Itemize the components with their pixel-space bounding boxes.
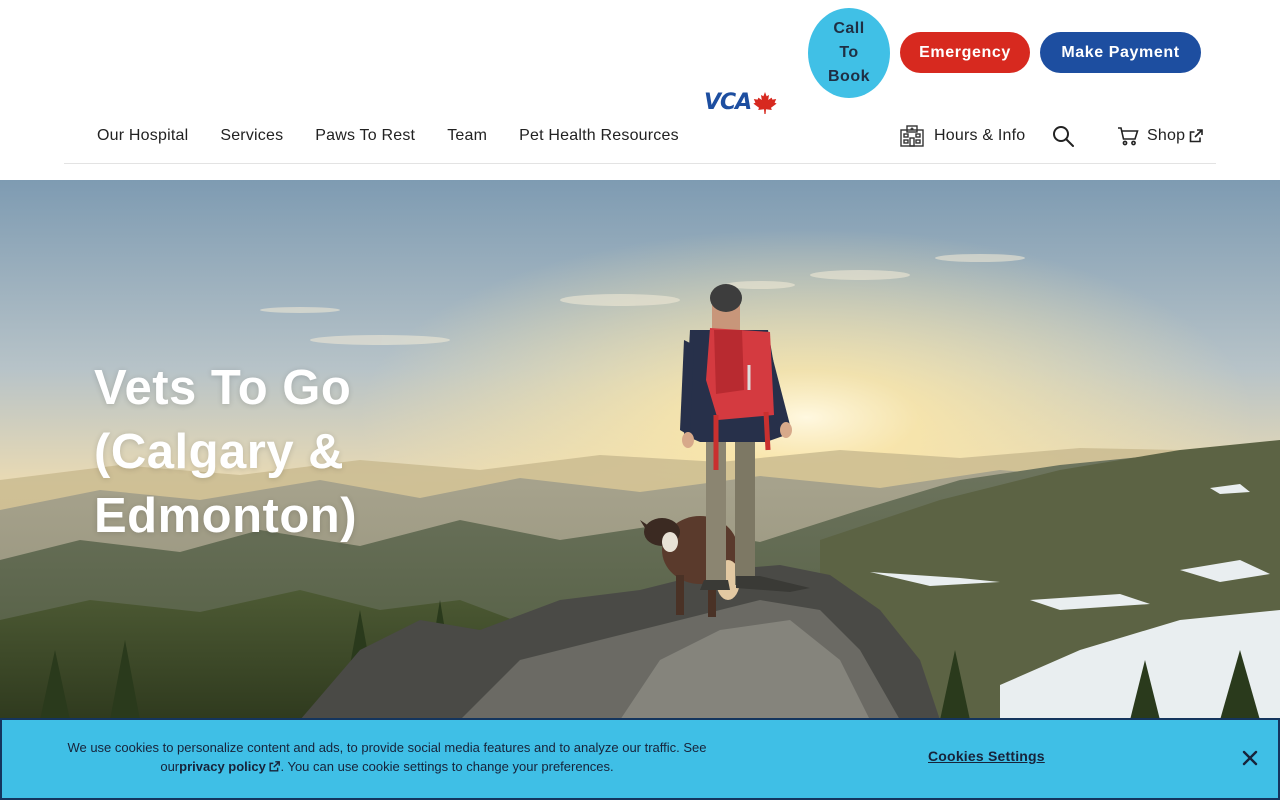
logo-text: VCA xyxy=(704,90,752,115)
search-icon xyxy=(1053,126,1074,147)
maple-leaf-icon xyxy=(753,92,777,114)
shop-link[interactable]: Shop xyxy=(1117,122,1203,150)
cookie-message: We use cookies to personalize content an… xyxy=(47,738,727,776)
nav-item-our-hospital[interactable]: Our Hospital xyxy=(97,127,188,145)
search-button[interactable] xyxy=(1052,122,1074,150)
cookie-banner: We use cookies to personalize content an… xyxy=(0,718,1280,800)
cart-icon xyxy=(1118,127,1139,146)
nav-item-pet-health-resources[interactable]: Pet Health Resources xyxy=(519,127,679,145)
cookies-settings-button[interactable]: Cookies Settings xyxy=(928,748,1045,764)
nav-item-services[interactable]: Services xyxy=(220,127,283,145)
shop-label: Shop xyxy=(1147,127,1186,144)
main-nav: Our Hospital Services Paws To Rest Team … xyxy=(97,124,679,148)
vca-logo[interactable]: VCA xyxy=(704,90,796,116)
make-payment-button[interactable]: Make Payment xyxy=(1040,32,1201,73)
emergency-button[interactable]: Emergency xyxy=(900,32,1030,73)
hospital-building-icon xyxy=(900,125,924,147)
hero-title: Vets To Go (Calgary & Edmonton) xyxy=(94,361,358,543)
external-link-icon xyxy=(1189,129,1203,143)
hours-info-label: Hours & Info xyxy=(934,127,1026,144)
nav-item-paws-to-rest[interactable]: Paws To Rest xyxy=(315,127,415,145)
cookie-close-button[interactable] xyxy=(1240,748,1260,768)
call-to-book-button[interactable]: Call To Book xyxy=(808,8,890,98)
site-header: Call To Book Emergency Make Payment VCA … xyxy=(0,0,1280,180)
hero-banner: Vets To Go (Calgary & Edmonton) xyxy=(0,180,1280,720)
nav-item-team[interactable]: Team xyxy=(447,127,487,145)
external-link-icon xyxy=(269,761,281,772)
privacy-policy-label: privacy policy xyxy=(179,759,266,774)
privacy-policy-link[interactable]: privacy policy xyxy=(179,759,281,774)
close-icon xyxy=(1242,750,1258,766)
hours-info-link[interactable]: Hours & Info xyxy=(900,122,1025,150)
header-divider xyxy=(64,163,1216,164)
cookie-text-after: . You can use cookie settings to change … xyxy=(280,759,614,774)
